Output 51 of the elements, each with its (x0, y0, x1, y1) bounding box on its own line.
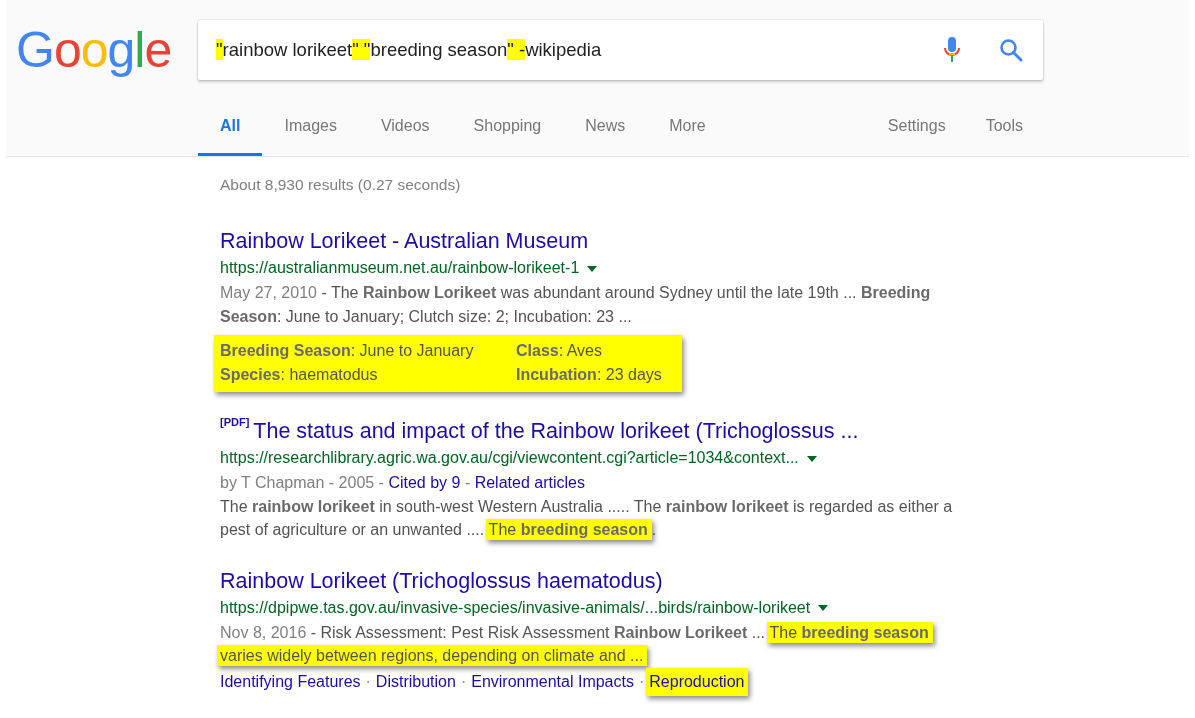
meta-link[interactable]: Cited by 9 (388, 474, 461, 491)
highlighted-text: varies widely between regions, depending on climate and ... (217, 645, 648, 666)
tools-tab[interactable]: Settings (867, 98, 966, 156)
snippet-text: Nov 8, 2016 (220, 623, 307, 641)
tab[interactable]: More (647, 98, 728, 156)
separator-dot: · (460, 671, 467, 692)
result-title[interactable]: Rainbow Lorikeet - Australian Museum (220, 228, 589, 255)
fact-text: Class: Aves (516, 341, 603, 361)
sitelink[interactable]: Reproduction (646, 667, 749, 696)
fact-text: Incubation: 23 days (516, 365, 662, 385)
highlighted-text: The breeding season (485, 519, 652, 540)
snippet-line: The rainbow lorikeet in south-west Western Australia ..... The rainbow lorikeet is regarded as either a (220, 496, 954, 517)
meta-link[interactable]: Related articles (474, 474, 585, 491)
result-stats: About 8,930 results (0.27 seconds) (220, 176, 462, 195)
tab[interactable]: All (198, 98, 263, 156)
result-title[interactable]: The status and impact of the Rainbow lorikeet (Trichoglossus ... (253, 418, 859, 445)
tab[interactable]: Images (262, 98, 359, 156)
tab[interactable]: Shopping (451, 98, 564, 156)
highlight-mark: " - (507, 39, 526, 60)
file-type-label: [PDF] (220, 416, 250, 428)
highlight-mark: " " (352, 39, 371, 60)
google-logo[interactable]: Google (16, 25, 198, 75)
separator-dot: · (365, 671, 371, 692)
meta-text: by T Chapman - 2005 - (220, 474, 385, 491)
tab[interactable]: News (563, 98, 648, 156)
snippet-text: . (651, 521, 657, 538)
highlighted-text: The breeding season (766, 621, 933, 643)
tools-tab[interactable]: Tools (965, 98, 1043, 156)
result-url: https://researchlibrary.agric.wa.gov.au/cgi/viewcontent.cgi?article=1034&context... (220, 448, 799, 468)
separator-dot: · (638, 671, 645, 692)
highlight-mark: " (216, 39, 223, 60)
search-icon[interactable] (999, 38, 1023, 62)
meta-text: - (463, 474, 472, 491)
tab[interactable]: Videos (358, 98, 452, 156)
sitelink[interactable]: Environmental Impacts (471, 669, 634, 694)
microphone-icon[interactable] (943, 37, 961, 63)
dropdown-caret-icon[interactable] (818, 605, 829, 612)
fact-text: Breeding Season: June to January (220, 341, 475, 361)
fact-text: Species: haematodus (220, 365, 379, 385)
search-field[interactable]: "rainbow lorikeet" "breeding season" -wikipedia (198, 20, 1043, 80)
sitelink[interactable]: Identifying Features (220, 669, 361, 694)
sitelink[interactable]: Distribution (375, 669, 456, 694)
snippet-text: pest of agriculture or an unwanted .... (220, 521, 486, 538)
dropdown-caret-icon[interactable] (806, 455, 817, 462)
snippet-text: - Risk Assessment: Pest Risk Assessment Rainbow Lorikeet ... (309, 623, 767, 641)
dropdown-caret-icon[interactable] (587, 265, 598, 272)
snippet-line: Season: June to January; Clutch size: 2; Incubation: 23 ... (220, 306, 633, 327)
snippet-line: May 27, 2010 - The Rainbow Lorikeet was abundant around Sydney until the late 19th ... Breeding (220, 283, 932, 303)
result-title[interactable]: Rainbow Lorikeet (Trichoglossus haematodus) (220, 567, 663, 595)
result-url: https://dpipwe.tas.gov.au/invasive-species/invasive-animals/...birds/rainbow-lorikeet (220, 597, 811, 618)
result-url: https://australianmuseum.net.au/rainbow-lorikeet-1 (220, 258, 580, 278)
